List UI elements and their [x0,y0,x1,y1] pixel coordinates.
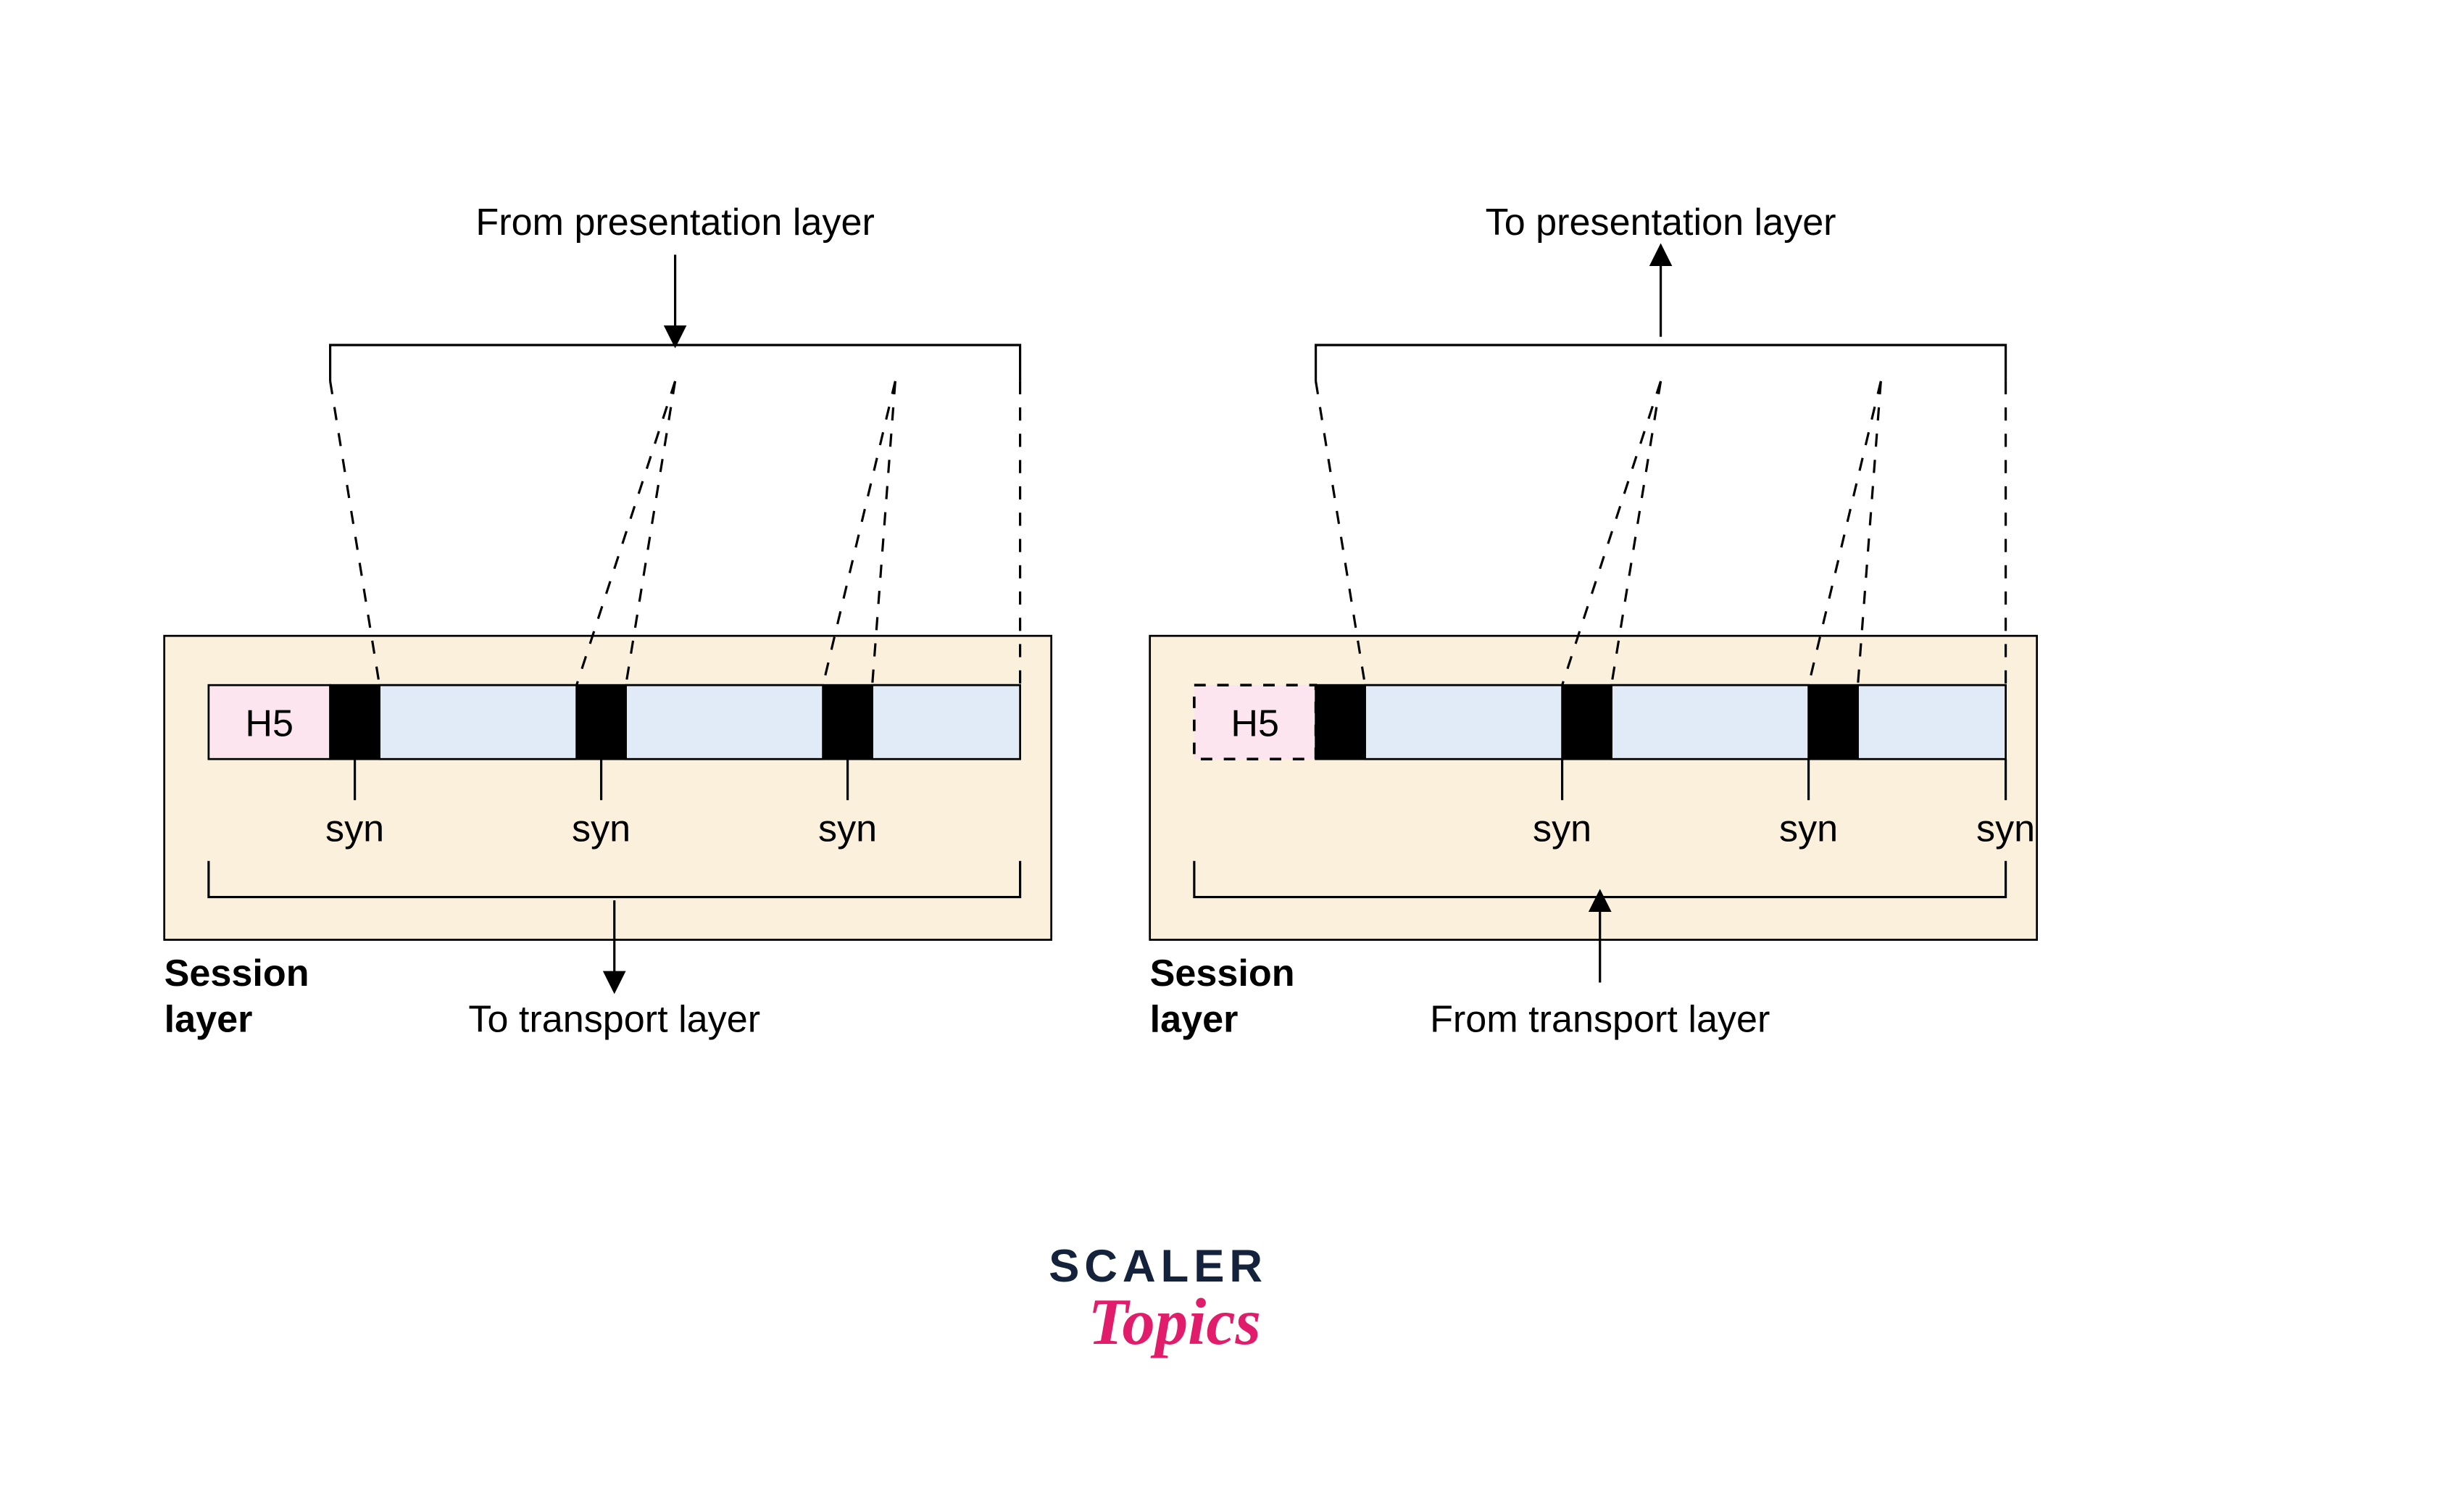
left-panel: Session layer H5 syn syn syn From presen… [165,202,1052,1040]
h5-label-right: H5 [1231,702,1279,744]
brand-bottom: Topics [1088,1285,1260,1358]
bottom-label-right: From transport layer [1430,998,1770,1040]
syn-label-right-1: syn [1533,808,1591,850]
syn-marker-left-1 [330,685,380,759]
brand-top: SCALER [1049,1241,1268,1292]
blue-seg-right-2 [1612,685,1809,759]
syn-label-right-3: syn [1976,808,2035,850]
session-layer-box-right [1150,636,2037,939]
blue-seg-left-2 [626,685,823,759]
syn-label-left-2: syn [572,808,630,850]
blue-seg-left-1 [380,685,577,759]
right-panel: Session layer H5 syn syn syn To presenta… [1150,202,2037,1040]
top-bracket-right [1316,345,2006,381]
syn-label-left-1: syn [325,808,384,850]
syn-label-right-2: syn [1779,808,1838,850]
brand-logo: SCALER Topics [1049,1241,1268,1358]
syn-marker-left-3 [823,685,873,759]
blue-seg-right-3 [1858,685,2006,759]
top-label-right: To presentation layer [1486,202,1836,244]
blue-seg-left-3 [873,685,1020,759]
top-bracket-left [330,345,1020,381]
session-layer-box-left [165,636,1052,939]
syn-label-left-3: syn [818,808,877,850]
h5-label-left: H5 [245,702,294,744]
syn-marker-right-2 [1562,685,1612,759]
syn-marker-right-3 [1809,685,1858,759]
session-layer-label-left-1: Session [165,952,309,995]
syn-marker-right-1 [1316,685,1365,759]
syn-marker-left-2 [577,685,626,759]
session-layer-label-right-1: Session [1150,952,1295,995]
session-layer-label-left-2: layer [165,998,253,1040]
bottom-label-left: To transport layer [468,998,760,1040]
blue-seg-right-1 [1365,685,1562,759]
diagram-root: Session layer H5 syn syn syn From presen… [0,0,2464,1498]
top-label-left: From presentation layer [475,202,874,244]
session-layer-label-right-2: layer [1150,998,1239,1040]
